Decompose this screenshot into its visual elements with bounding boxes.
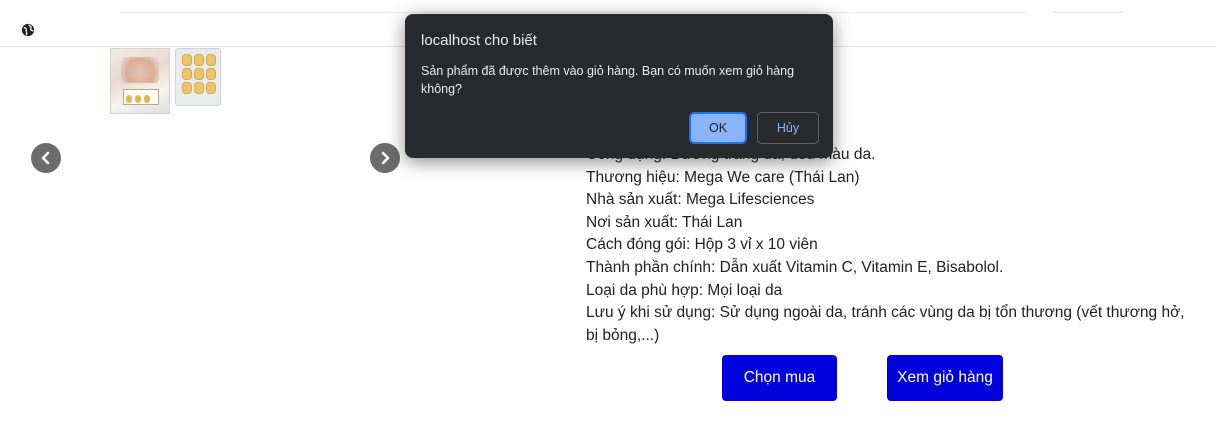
carousel-prev-button[interactable] (31, 143, 61, 173)
chevron-right-icon (381, 151, 390, 165)
product-skin-type: Loại da phù hợp: Mọi loại da (586, 281, 783, 299)
top-divider (120, 12, 1026, 13)
product-blister-image (175, 48, 221, 106)
top-divider-right (1052, 12, 1124, 13)
chevron-left-icon (41, 151, 50, 165)
product-origin: Nơi sản xuất: Thái Lan (586, 213, 743, 231)
product-brand: Thương hiệu: Mega We care (Thái Lan) (586, 168, 860, 186)
dialog-title: localhost cho biết (421, 32, 537, 49)
dialog-message: Sản phẩm đã được thêm vào giỏ hàng. Bạn … (421, 64, 795, 96)
product-usage-note: Lưu ý khi sử dụng: Sử dụng ngoài da, trá… (586, 304, 1185, 344)
dialog-ok-button[interactable]: OK (689, 112, 747, 144)
product-details: Công dụng: Dưỡng trắng da, đều màu da. T… (586, 144, 1196, 347)
dialog-cancel-button[interactable]: Hủy (757, 112, 819, 144)
alert-dialog: localhost cho biết Sản phẩm đã được thêm… (405, 14, 833, 158)
product-manufacturer: Nhà sản xuất: Mega Lifesciences (586, 191, 815, 209)
product-ingredients: Thành phần chính: Dẫn xuất Vitamin C, Vi… (586, 258, 1004, 276)
product-box-image (110, 48, 170, 114)
product-packaging: Cách đóng gói: Hộp 3 vỉ x 10 viên (586, 236, 818, 254)
carousel-next-button[interactable] (370, 143, 400, 173)
globe-icon[interactable] (21, 23, 35, 37)
buy-button[interactable]: Chọn mua (722, 355, 837, 401)
view-cart-button[interactable]: Xem giỏ hàng (887, 355, 1003, 401)
